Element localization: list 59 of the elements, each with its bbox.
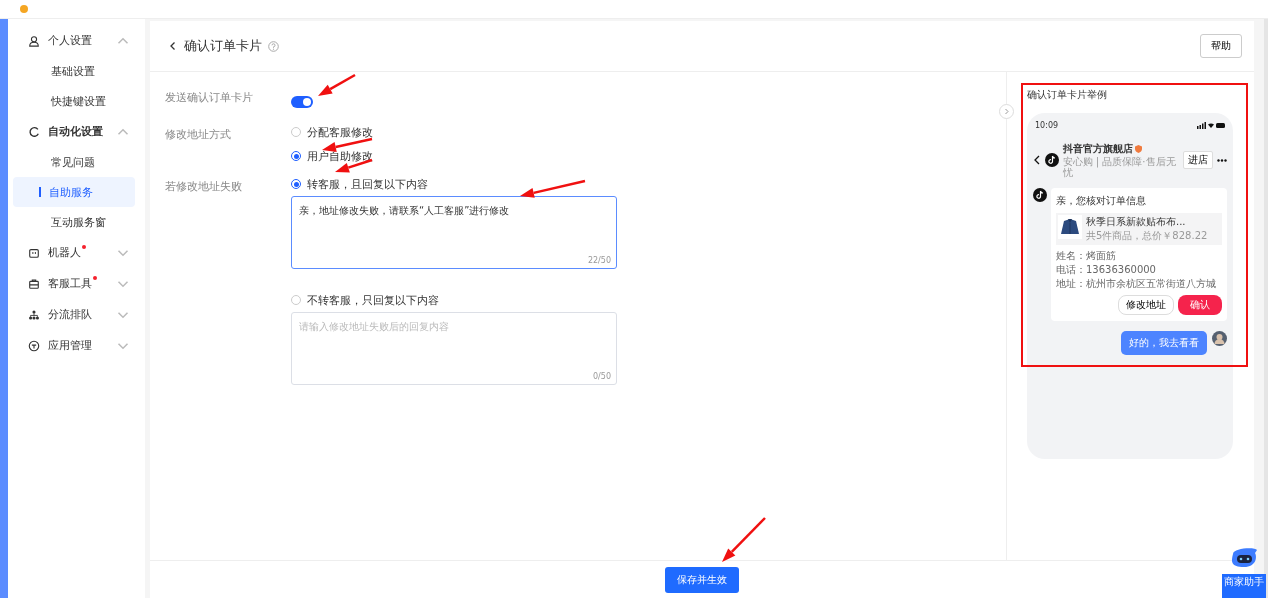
shield-icon: [1134, 145, 1142, 153]
assistant-label[interactable]: 商家助手: [1222, 574, 1266, 598]
field-label: 修改地址方式: [165, 127, 232, 143]
character-count: 22/50: [587, 256, 611, 265]
sidebar-item[interactable]: 快捷键设置: [13, 86, 135, 116]
more-icon[interactable]: [1217, 158, 1227, 162]
radio-option[interactable]: 转客服，且回复以下内容: [291, 177, 1006, 191]
back-icon: [1033, 155, 1041, 165]
order-field: 电话：13636360000: [1056, 263, 1222, 277]
annotation-arrow: [322, 137, 373, 152]
field-label: 发送确认订单卡片: [165, 90, 254, 106]
reply-bubble: 好的，我去看看: [1121, 331, 1207, 355]
menu-item-icon: [28, 34, 40, 47]
sidebar-group[interactable]: 分流排队: [8, 299, 145, 330]
product-name: 秋季日系新款贴布布...: [1086, 215, 1187, 229]
order-field: 姓名：烤面筋: [1056, 249, 1222, 263]
product-summary: 共5件商品，总价￥828.22: [1086, 229, 1208, 243]
order-field: 地址：杭州市余杭区五常街道八方城: [1056, 277, 1222, 291]
info-icon: [20, 5, 28, 13]
menu-item-icon: [28, 246, 40, 259]
sidebar-group[interactable]: 个人设置: [8, 25, 145, 56]
menu-item-icon: [28, 277, 40, 290]
status-time: 10:09: [1035, 121, 1059, 130]
reply-text-area[interactable]: 亲，地址修改失败，请联系“人工客服”进行修改 22/50: [291, 196, 617, 269]
music-note-icon: [1044, 153, 1059, 167]
sidebar-item[interactable]: 自助服务: [13, 177, 135, 207]
avatar-icon: [1212, 331, 1227, 346]
preview-title: 确认订单卡片举例: [1027, 88, 1108, 102]
music-note-icon: [1033, 188, 1047, 202]
help-button[interactable]: 帮助: [1200, 34, 1242, 58]
radio-option[interactable]: 分配客服修改: [291, 125, 1006, 139]
status-icons: [1197, 122, 1225, 129]
annotation-arrow: [520, 179, 586, 198]
modify-address-button[interactable]: 修改地址: [1118, 295, 1174, 315]
save-button[interactable]: 保存并生效: [665, 567, 739, 593]
sidebar-group[interactable]: 应用管理: [8, 330, 145, 361]
enter-store-button[interactable]: 进店: [1183, 151, 1214, 169]
radio-option[interactable]: 不转客服，只回复以下内容: [291, 293, 1006, 307]
confirm-button[interactable]: 确认: [1178, 295, 1222, 315]
sidebar-item[interactable]: 基础设置: [13, 56, 135, 86]
store-tagline: 安心购 | 品质保障·售后无忧: [1062, 156, 1177, 178]
chevron-icon: [1003, 108, 1010, 115]
sidebar-group[interactable]: 自动化设置: [8, 116, 145, 147]
sidebar-item[interactable]: 互动服务窗: [13, 207, 135, 237]
sidebar-group[interactable]: 机器人: [8, 237, 145, 268]
store-name: 抖音官方旗舰店: [1062, 142, 1133, 156]
menu-item-icon: [28, 339, 40, 352]
annotation-arrow: [318, 73, 356, 96]
sidebar-group[interactable]: 客服工具: [8, 268, 145, 299]
sidebar-item[interactable]: 常见问题: [13, 147, 135, 177]
menu-item-icon: [28, 308, 40, 321]
annotation-arrow: [722, 517, 766, 562]
back-icon[interactable]: [168, 41, 178, 51]
page-title: 确认订单卡片: [184, 37, 262, 55]
menu-item-icon: [28, 125, 40, 138]
character-count: 0/50: [593, 372, 611, 381]
greeting-text: 亲，您核对订单信息: [1056, 194, 1147, 208]
toggle-switch[interactable]: [291, 96, 313, 108]
field-label: 若修改地址失败: [165, 179, 243, 195]
